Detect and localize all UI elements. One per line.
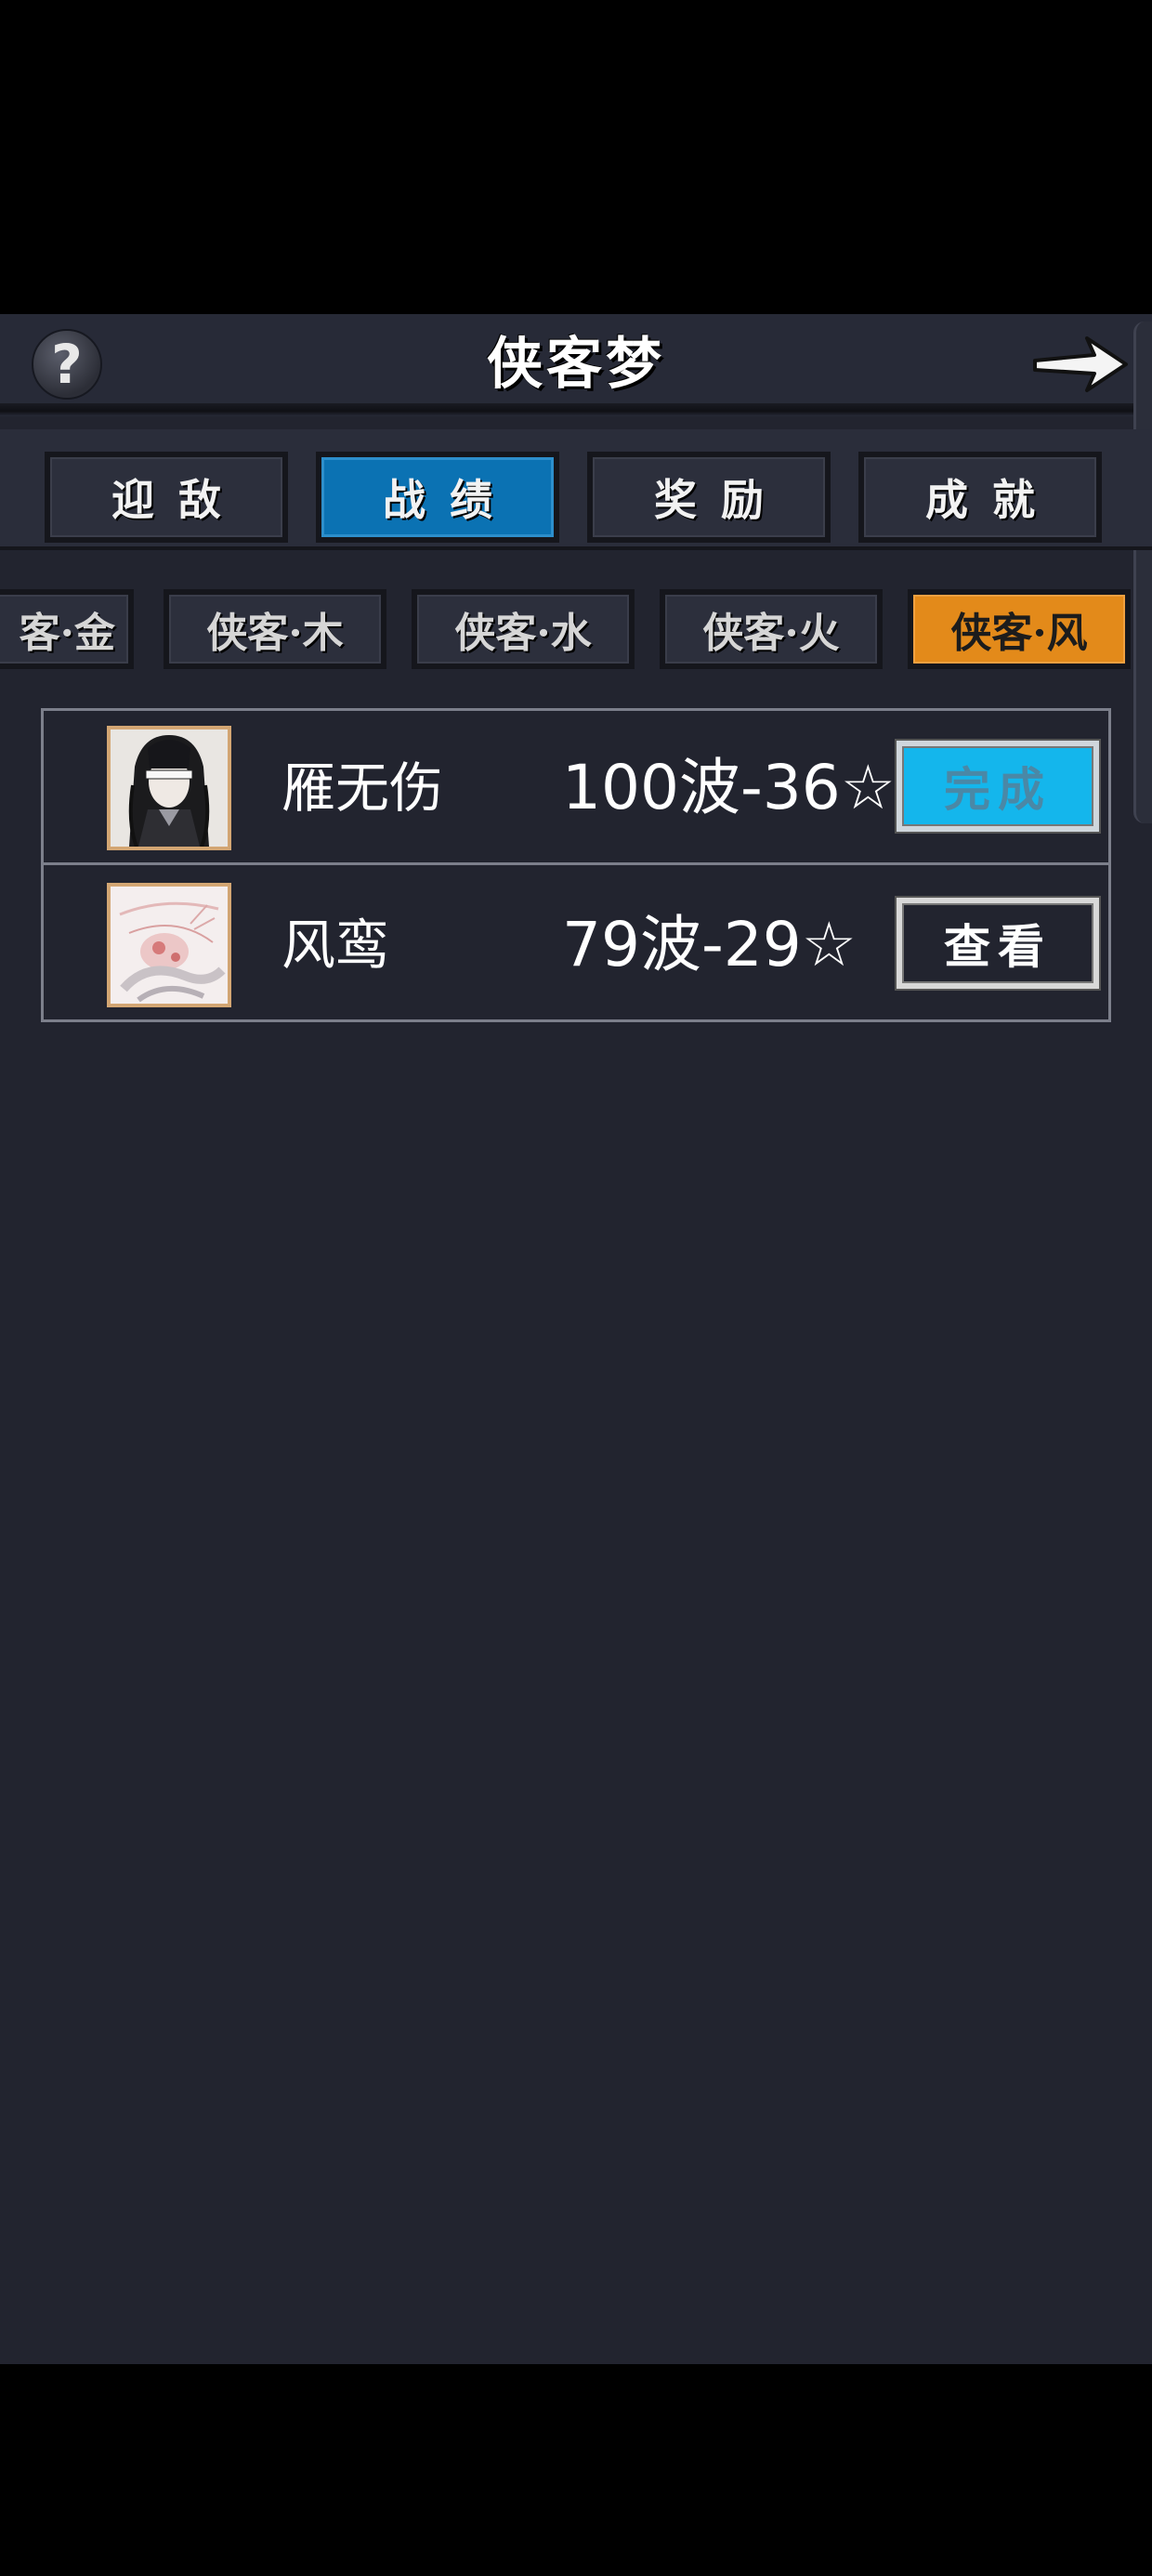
avatar[interactable] (107, 883, 231, 1007)
help-button[interactable]: ? (32, 329, 102, 400)
record-score: 79波-29☆ (562, 909, 857, 980)
list-item: 雁无伤 100波-36☆ 完成 (44, 711, 1108, 865)
tab-gold[interactable]: 客·金 (0, 589, 134, 669)
view-button[interactable]: 查看 (897, 898, 1099, 989)
question-icon: ? (51, 333, 83, 396)
tab-fire[interactable]: 侠客·火 (660, 589, 883, 669)
avatar[interactable] (107, 726, 231, 850)
character-name: 风鸾 (281, 913, 390, 977)
complete-button[interactable]: 完成 (897, 741, 1099, 832)
list-item: 风鸾 79波-29☆ 查看 (44, 868, 1108, 1022)
tab-rewards[interactable]: 奖励 (587, 452, 831, 543)
status-bar-area (0, 0, 1152, 314)
record-list: 雁无伤 100波-36☆ 完成 风鸾 79波-29☆ 查看 (41, 708, 1111, 1022)
side-panel-edge[interactable] (1133, 322, 1152, 823)
character-portrait-icon (111, 729, 228, 847)
page-title: 侠客梦 (487, 332, 665, 397)
game-screen: ? 侠客梦 迎敌 战绩 奖励 成就 客·金 侠客·木 侠客·水 侠客·火 侠客·… (0, 314, 1152, 2364)
tab-wind[interactable]: 侠客·风 (908, 589, 1131, 669)
character-name: 雁无伤 (281, 756, 444, 820)
element-tab-bar: 客·金 侠客·木 侠客·水 侠客·火 侠客·风 (0, 582, 1152, 675)
main-tab-bar: 迎敌 战绩 奖励 成就 (0, 429, 1152, 550)
title-bar: ? 侠客梦 (0, 314, 1152, 416)
tab-wood[interactable]: 侠客·木 (164, 589, 386, 669)
arrow-right-icon[interactable] (1029, 327, 1132, 401)
character-portrait-icon (111, 887, 228, 1004)
tab-record[interactable]: 战绩 (316, 452, 559, 543)
record-score: 100波-36☆ (562, 752, 896, 823)
tab-water[interactable]: 侠客·水 (412, 589, 635, 669)
tab-achievements[interactable]: 成就 (858, 452, 1102, 543)
navigation-bar-area (0, 2364, 1152, 2576)
tab-engage[interactable]: 迎敌 (45, 452, 288, 543)
